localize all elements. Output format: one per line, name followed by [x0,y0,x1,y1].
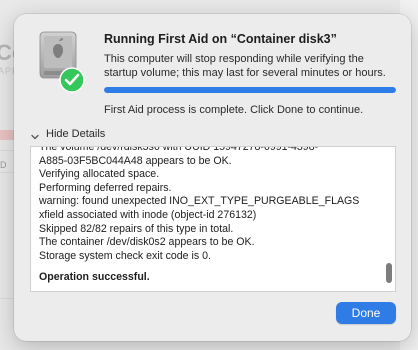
hide-details-label: Hide Details [46,128,106,140]
dialog-message: This computer will stop responding while… [104,53,386,79]
log-line: Verifying allocated space. [39,168,160,181]
log-content: The volume /dev/rdisk3s6 with UUID 15947… [39,146,377,285]
hide-details-toggle[interactable]: Hide Details [30,127,105,141]
log-scrollbar[interactable] [386,263,392,283]
chevron-down-icon [30,129,40,140]
log-result: Operation successful. [39,271,150,284]
done-button[interactable]: Done [336,302,396,324]
first-aid-dialog: Running First Aid on “Container disk3” T… [14,14,411,341]
progress-bar [104,87,396,93]
log-line: Performing deferred repairs. [39,181,172,194]
background-letter: D [0,160,7,170]
progress-fill [104,87,396,93]
log-line: The volume /dev/rdisk3s6 with UUID 15947… [39,146,319,153]
log-line: Skipped 82/82 repairs of this type in to… [39,222,234,235]
log-line: The container /dev/disk0s2 appears to be… [39,236,255,249]
log-line: warning: found unexpected INO_EXT_TYPE_P… [39,195,360,221]
external-disk-icon [36,30,92,98]
status-text: First Aid process is complete. Click Don… [104,104,364,116]
log-line: A885-03F5BC044A48 appears to be OK. [39,154,232,167]
details-log[interactable]: The volume /dev/rdisk3s6 with UUID 15947… [30,146,396,292]
dialog-title: Running First Aid on “Container disk3” [104,32,337,46]
log-line: Storage system check exit code is 0. [39,249,211,262]
checkmark-badge-icon [59,67,85,93]
